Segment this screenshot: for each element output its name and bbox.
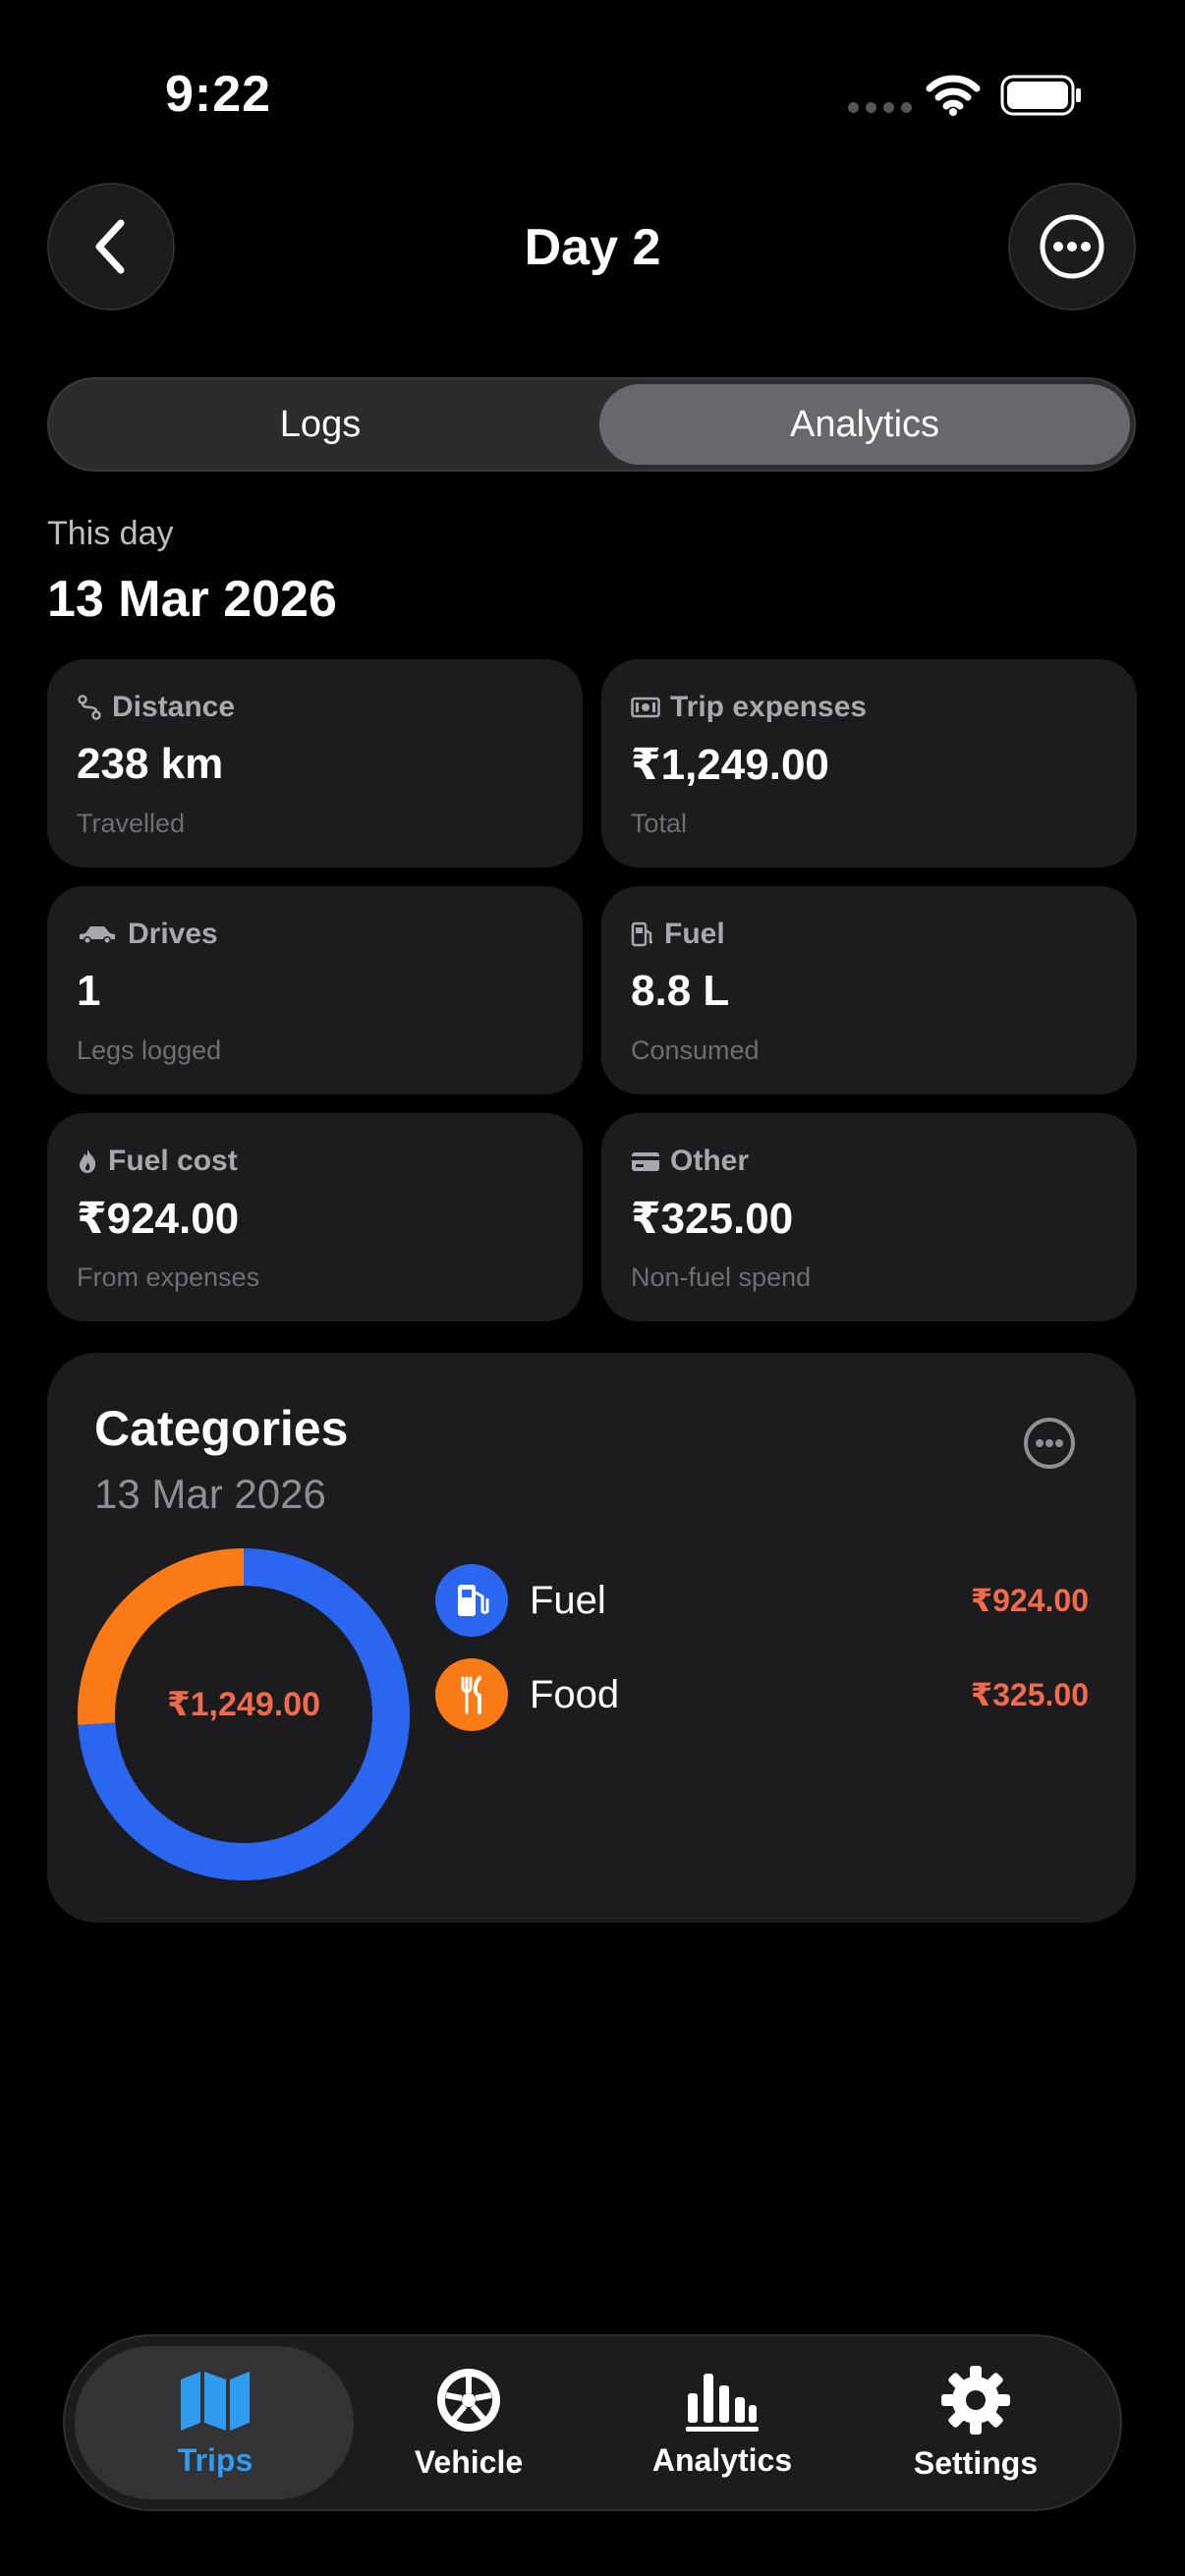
route-icon (78, 695, 101, 720)
stat-card-fuel: Fuel 8.8 L Consumed (601, 886, 1137, 1094)
stat-title: Distance (112, 691, 236, 723)
tab-trips[interactable]: Trips (83, 2336, 348, 2509)
category-label: Food (530, 1672, 620, 1716)
stat-subtitle: From expenses (77, 1262, 260, 1292)
category-row-fuel[interactable]: Fuel ₹924.00 (435, 1564, 1089, 1637)
stat-value: 238 km (77, 740, 224, 788)
signal-dots-icon (848, 102, 912, 113)
tab-label: Settings (913, 2444, 1039, 2481)
day-label: This day (47, 515, 174, 552)
stat-title: Fuel cost (108, 1145, 238, 1177)
category-amount: ₹924.00 (970, 1583, 1089, 1618)
day-date: 13 Mar 2026 (47, 571, 337, 628)
stat-title: Drives (128, 918, 218, 950)
tab-vehicle[interactable]: Vehicle (336, 2336, 601, 2509)
tab-bar: Trips Vehicle Analytics Settings (63, 2334, 1122, 2511)
stat-subtitle: Non-fuel spend (631, 1262, 812, 1292)
category-row-food[interactable]: Food ₹325.00 (435, 1658, 1089, 1731)
fork-knife-icon (435, 1658, 508, 1731)
flame-icon (80, 1149, 96, 1173)
tab-settings[interactable]: Settings (843, 2336, 1108, 2509)
stat-card-trip-expenses: Trip expenses ₹1,249.00 Total (601, 659, 1137, 868)
stat-subtitle: Legs logged (77, 1036, 222, 1065)
stat-subtitle: Travelled (77, 809, 186, 838)
stat-title: Trip expenses (670, 691, 868, 723)
ellipsis-circle-icon (1040, 214, 1104, 279)
stat-value: ₹325.00 (631, 1195, 794, 1243)
tab-label: Trips (177, 2441, 254, 2478)
battery-icon (1000, 75, 1081, 116)
stat-title: Fuel (664, 918, 725, 950)
tab-analytics[interactable]: Analytics (599, 379, 1130, 470)
bar-chart-icon (686, 2373, 759, 2432)
category-label: Fuel (530, 1578, 606, 1622)
fuel-pump-icon (631, 922, 652, 947)
categories-more-icon[interactable] (1022, 1416, 1077, 1471)
category-amount: ₹325.00 (970, 1677, 1089, 1712)
status-time: 9:22 (165, 66, 272, 123)
stat-title: Other (670, 1145, 750, 1177)
tab-analytics[interactable]: Analytics (590, 2336, 855, 2509)
stat-card-fuel-cost: Fuel cost ₹924.00 From expenses (47, 1113, 583, 1321)
stat-card-other: Other ₹325.00 Non-fuel spend (601, 1113, 1137, 1321)
tab-label: Vehicle (414, 2443, 524, 2480)
stat-card-distance: Distance 238 km Travelled (47, 659, 583, 868)
stat-value: ₹924.00 (77, 1195, 240, 1243)
fuel-pump-icon (435, 1564, 508, 1637)
banknote-icon (631, 697, 660, 718)
stat-value: 8.8 L (631, 967, 730, 1015)
stat-subtitle: Total (631, 809, 688, 838)
tab-label: Analytics (651, 2441, 793, 2478)
stat-value: 1 (77, 967, 101, 1015)
wifi-icon (926, 75, 981, 116)
stat-subtitle: Consumed (631, 1036, 760, 1065)
map-icon (181, 2371, 250, 2431)
credit-card-icon (632, 1152, 659, 1171)
categories-date: 13 Mar 2026 (94, 1471, 326, 1517)
stat-card-drives: Drives 1 Legs logged (47, 886, 583, 1094)
tab-logs[interactable]: Logs (49, 379, 592, 470)
wheel-icon (437, 2368, 500, 2432)
donut-total: ₹1,249.00 (166, 1686, 320, 1723)
car-icon (80, 926, 115, 944)
categories-panel: Categories 13 Mar 2026 ₹1,249.00 Fuel ₹9… (47, 1353, 1136, 1923)
categories-title: Categories (94, 1401, 349, 1456)
gear-icon (941, 2365, 1010, 2435)
view-segmented-control: Logs Analytics (47, 377, 1136, 472)
stat-value: ₹1,249.00 (631, 741, 829, 789)
more-options-button[interactable] (1008, 183, 1136, 310)
